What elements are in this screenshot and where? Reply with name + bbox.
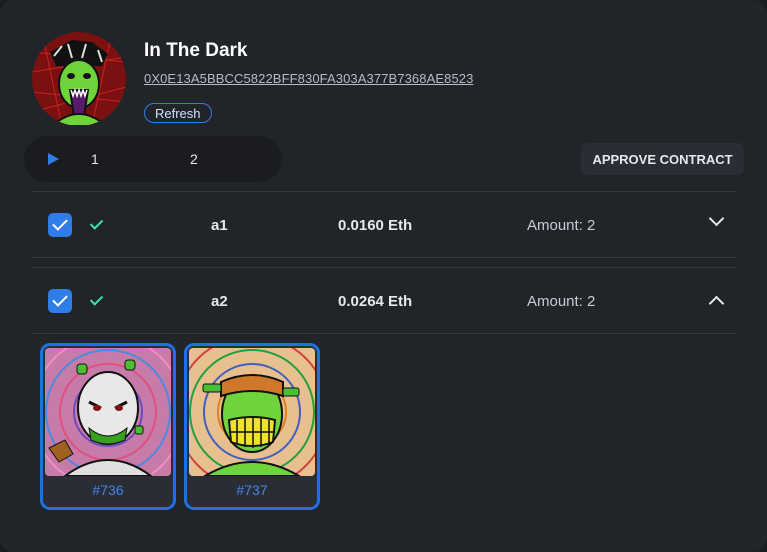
nft-token-label: #737 xyxy=(236,482,268,498)
page-1-button[interactable]: 1 xyxy=(91,151,99,167)
listing-name: a1 xyxy=(211,217,228,234)
chevron-down-icon[interactable] xyxy=(708,210,725,227)
contract-address-link[interactable]: 0X0E13A5BBCC5822BFF830FA303A377B7368AE85… xyxy=(144,71,473,86)
listing-row-a2: a2 0.0264 Eth Amount: 2 xyxy=(32,268,736,334)
refresh-button[interactable]: Refresh xyxy=(144,103,212,123)
collection-title: In The Dark xyxy=(144,40,248,61)
pagination: 1 2 xyxy=(24,136,282,182)
check-icon xyxy=(90,217,102,229)
play-icon[interactable] xyxy=(48,153,59,165)
select-checkbox[interactable] xyxy=(48,213,72,237)
nft-token-label: #736 xyxy=(92,482,124,498)
chevron-up-icon[interactable] xyxy=(708,295,725,312)
approve-contract-button[interactable]: APPROVE CONTRACT xyxy=(581,143,744,175)
divider xyxy=(32,333,736,334)
listing-price: 0.0264 Eth xyxy=(338,293,413,310)
collection-avatar xyxy=(32,32,126,126)
select-checkbox[interactable] xyxy=(48,289,72,313)
collection-card: In The Dark 0X0E13A5BBCC5822BFF830FA303A… xyxy=(0,0,767,552)
listing-amount: Amount: 2 xyxy=(527,293,596,310)
nft-image xyxy=(189,348,315,476)
nft-card-737[interactable]: #737 xyxy=(184,343,320,510)
listing-row-a1: a1 0.0160 Eth Amount: 2 xyxy=(32,192,736,258)
listing-name: a2 xyxy=(211,293,228,310)
divider xyxy=(32,257,736,258)
nft-image xyxy=(45,348,171,476)
listing-amount: Amount: 2 xyxy=(527,217,596,234)
check-icon xyxy=(90,293,102,305)
listing-price: 0.0160 Eth xyxy=(338,217,413,234)
nft-card-736[interactable]: #736 xyxy=(40,343,176,510)
page-2-button[interactable]: 2 xyxy=(190,151,198,167)
